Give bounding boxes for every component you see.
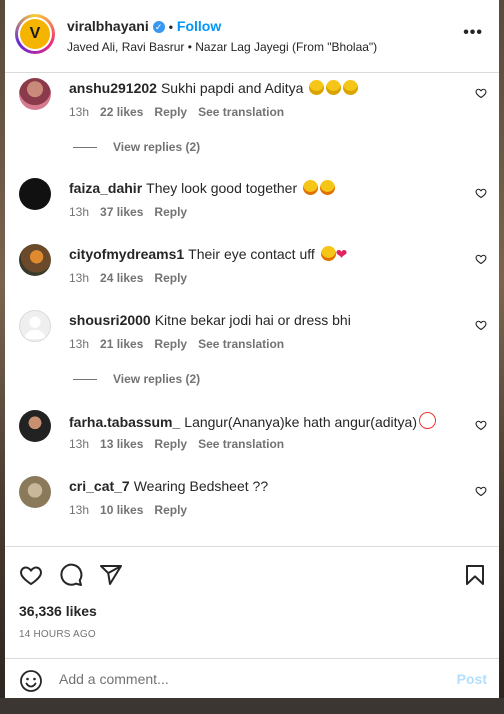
comment-body: Langur(Ananya)ke hath angur(aditya): [184, 414, 417, 430]
comment-body: Sukhi papdi and Aditya: [160, 80, 304, 96]
bookmark-icon[interactable]: [463, 563, 487, 587]
comment-body: They look good together: [146, 180, 298, 196]
post-panel: V viralbhayani ✓ • Follow Javed Ali, Ravi B…: [5, 0, 499, 698]
clown-emoji-icon: [418, 412, 436, 429]
star-struck-emoji-icon: [320, 180, 336, 195]
comment-text: farha.tabassum_ Langur(Ananya)ke hath ang…: [69, 412, 436, 430]
comment-text: cityofmydreams1 Their eye contact uff ❤: [69, 246, 347, 263]
commenter-username[interactable]: shousri2000: [69, 312, 151, 328]
comment-likes[interactable]: 37 likes: [100, 205, 143, 219]
laughing-emoji-icon: [309, 80, 325, 95]
comment-likes[interactable]: 22 likes: [100, 105, 143, 119]
comment-meta: 13h 21 likes Reply See translation: [69, 337, 295, 351]
comment-likes[interactable]: 10 likes: [100, 503, 143, 517]
audio-subtitle[interactable]: Javed Ali, Ravi Basrur • Nazar Lag Jayeg…: [67, 40, 377, 54]
reply-button[interactable]: Reply: [154, 105, 187, 119]
heart-icon[interactable]: [19, 563, 43, 587]
author-avatar[interactable]: V: [15, 14, 55, 54]
reply-button[interactable]: Reply: [154, 205, 187, 219]
like-comment-heart-icon[interactable]: [475, 419, 487, 431]
verified-badge-icon: ✓: [152, 21, 165, 33]
comment-likes[interactable]: 21 likes: [100, 337, 143, 351]
comment-time[interactable]: 13h: [69, 337, 89, 351]
like-comment-heart-icon[interactable]: [475, 485, 487, 497]
post-button[interactable]: Post: [457, 671, 487, 687]
like-comment-heart-icon[interactable]: [475, 253, 487, 265]
post-header: V viralbhayani ✓ • Follow Javed Ali, Ravi B…: [5, 0, 499, 73]
laughing-emoji-icon: [326, 80, 342, 95]
red-heart-emoji-icon: ❤: [335, 246, 348, 262]
comment-text: cri_cat_7 Wearing Bedsheet ??: [69, 478, 268, 494]
comment-likes[interactable]: 24 likes: [100, 271, 143, 285]
star-struck-emoji-icon: [320, 246, 336, 261]
commenter-username[interactable]: faiza_dahir: [69, 180, 142, 196]
commenter-avatar[interactable]: [19, 310, 51, 342]
commenter-username[interactable]: farha.tabassum_: [69, 414, 180, 430]
see-translation-button[interactable]: See translation: [198, 337, 284, 351]
comment-time[interactable]: 13h: [69, 105, 89, 119]
commenter-avatar[interactable]: [19, 244, 51, 276]
comment-time[interactable]: 13h: [69, 437, 89, 451]
comment-input[interactable]: [59, 667, 439, 691]
view-replies-button[interactable]: View replies (2): [73, 140, 200, 154]
like-comment-heart-icon[interactable]: [475, 319, 487, 331]
commenter-username[interactable]: cityofmydreams1: [69, 246, 184, 262]
comment-meta: 13h 13 likes Reply See translation: [69, 437, 295, 451]
add-comment-bar: Post: [5, 658, 499, 698]
separator-dot: •: [168, 20, 173, 34]
comments-list[interactable]: anshu291202 Sukhi papdi and Aditya 13h 22 …: [5, 72, 499, 546]
emoji-picker-icon[interactable]: [19, 669, 43, 693]
more-options-icon[interactable]: •••: [463, 24, 483, 42]
laughing-emoji-icon: [343, 80, 359, 95]
see-translation-button[interactable]: See translation: [198, 437, 284, 451]
comment-icon[interactable]: [59, 563, 83, 587]
reply-button[interactable]: Reply: [154, 271, 187, 285]
comment-meta: 13h 37 likes Reply: [69, 205, 198, 219]
view-replies-button[interactable]: View replies (2): [73, 372, 200, 386]
reply-button[interactable]: Reply: [154, 503, 187, 517]
default-avatar-icon: [23, 316, 47, 340]
comment-meta: 13h 24 likes Reply: [69, 271, 198, 285]
likes-count[interactable]: 36,336 likes: [19, 603, 97, 619]
see-translation-button[interactable]: See translation: [198, 105, 284, 119]
comment-time[interactable]: 13h: [69, 271, 89, 285]
comment-meta: 13h 22 likes Reply See translation: [69, 105, 295, 119]
comment-text: shousri2000 Kitne bekar jodi hai or dress…: [69, 312, 351, 328]
comment-body: Their eye contact uff: [188, 246, 315, 262]
comment-time[interactable]: 13h: [69, 503, 89, 517]
comment-text: anshu291202 Sukhi papdi and Aditya: [69, 80, 359, 96]
brand-logo: V: [20, 19, 50, 49]
commenter-username[interactable]: anshu291202: [69, 80, 157, 96]
follow-button[interactable]: Follow: [177, 18, 221, 34]
commenter-avatar[interactable]: [19, 476, 51, 508]
comment-body: Kitne bekar jodi hai or dress bhi: [154, 312, 351, 328]
commenter-avatar[interactable]: [19, 78, 51, 110]
comment-text: faiza_dahir They look good together: [69, 180, 336, 196]
author-line: viralbhayani ✓ • Follow: [67, 18, 221, 34]
star-struck-emoji-icon: [303, 180, 319, 195]
reply-button[interactable]: Reply: [154, 437, 187, 451]
comment-time[interactable]: 13h: [69, 205, 89, 219]
author-username[interactable]: viralbhayani: [67, 18, 149, 34]
share-icon[interactable]: [99, 563, 123, 587]
comment-likes[interactable]: 13 likes: [100, 437, 143, 451]
like-comment-heart-icon[interactable]: [475, 87, 487, 99]
like-comment-heart-icon[interactable]: [475, 187, 487, 199]
post-timestamp[interactable]: 14 HOURS AGO: [19, 629, 96, 640]
post-actions: 36,336 likes 14 HOURS AGO: [5, 546, 499, 659]
comment-body: Wearing Bedsheet ??: [133, 478, 269, 494]
background-bottom: [0, 698, 504, 714]
commenter-avatar[interactable]: [19, 178, 51, 210]
reply-button[interactable]: Reply: [154, 337, 187, 351]
commenter-username[interactable]: cri_cat_7: [69, 478, 130, 494]
commenter-avatar[interactable]: [19, 410, 51, 442]
comment-meta: 13h 10 likes Reply: [69, 503, 198, 517]
